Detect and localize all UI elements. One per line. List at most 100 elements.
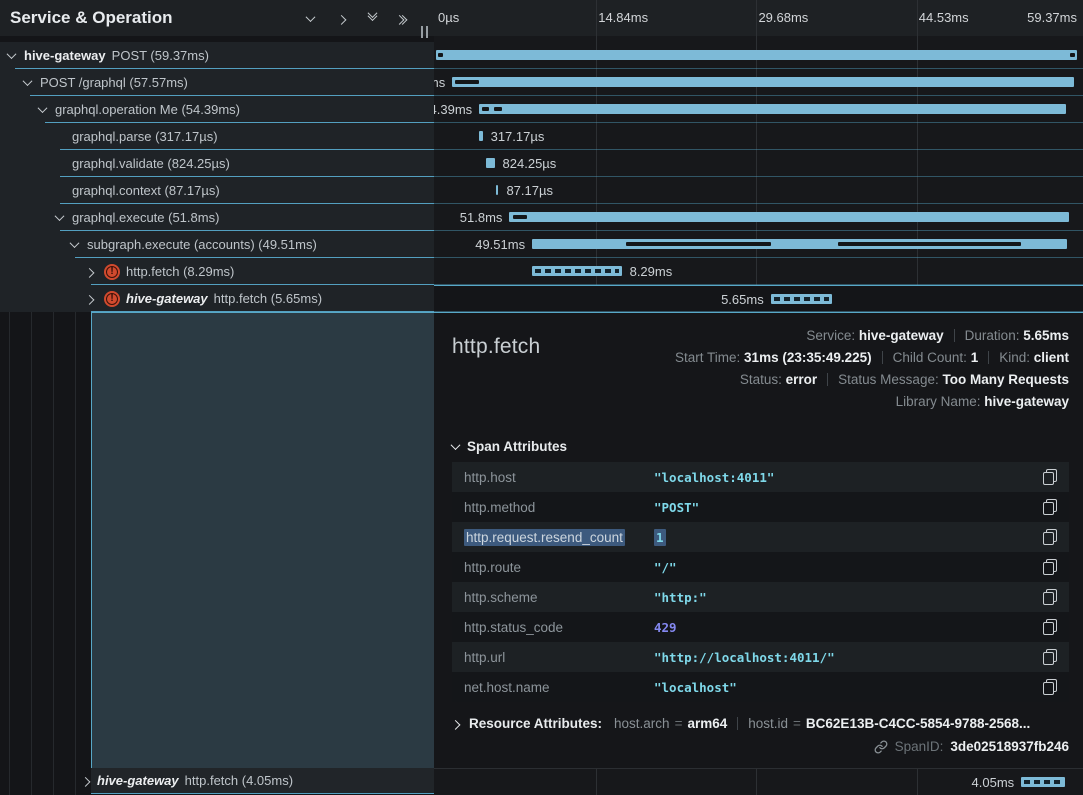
tree-header-icons bbox=[307, 15, 420, 22]
tree-row[interactable]: http.fetch (8.29ms) bbox=[0, 258, 434, 285]
attribute-key: http.scheme bbox=[464, 590, 654, 605]
copy-icon[interactable] bbox=[1043, 649, 1057, 665]
chevron-right-icon[interactable] bbox=[85, 295, 95, 305]
span-duration-bar[interactable] bbox=[771, 294, 832, 304]
service-name: hive-gateway bbox=[97, 773, 179, 788]
span-bar-row[interactable]: 57.57ms bbox=[434, 69, 1083, 96]
tree-row[interactable]: graphql.execute (51.8ms) bbox=[0, 204, 434, 231]
tree-row[interactable]: graphql.context (87.17µs) bbox=[0, 177, 434, 204]
chevron-down-icon[interactable] bbox=[23, 76, 33, 86]
span-duration-label: 49.51ms bbox=[475, 231, 525, 258]
chevron-down-icon[interactable] bbox=[38, 103, 48, 113]
span-attributes-header[interactable]: Span Attributes bbox=[452, 439, 1069, 454]
copy-icon[interactable] bbox=[1043, 559, 1057, 575]
row-toggle[interactable] bbox=[68, 241, 81, 248]
service-operation-pane: Service & Operation hive-gatewayPOST (59… bbox=[0, 0, 434, 795]
row-toggle[interactable] bbox=[83, 295, 96, 302]
expand-all-icon[interactable] bbox=[400, 15, 406, 22]
span-bar-row[interactable]: 4.05ms bbox=[434, 769, 1083, 795]
copy-icon[interactable] bbox=[1043, 529, 1057, 545]
service-name: hive-gateway bbox=[126, 291, 208, 306]
tree-row[interactable]: hive-gatewayhttp.fetch (4.05ms) bbox=[91, 768, 434, 794]
span-duration-label: 57.57ms bbox=[434, 69, 445, 96]
resource-attributes-row[interactable]: Resource Attributes: host.arch=arm64host… bbox=[452, 716, 1069, 731]
span-bar-row[interactable]: 54.39ms bbox=[434, 96, 1083, 123]
attribute-key: http.status_code bbox=[464, 620, 654, 635]
tree-row[interactable]: graphql.operation Me (54.39ms) bbox=[0, 96, 434, 123]
attribute-value: "localhost" bbox=[654, 680, 737, 695]
meta-value: hive-gateway bbox=[859, 328, 944, 343]
attribute-value: "http:" bbox=[654, 590, 707, 605]
collapse-one-icon[interactable] bbox=[306, 12, 316, 22]
span-meta-line: Status: errorStatus Message: Too Many Re… bbox=[675, 369, 1069, 391]
attribute-row: http.route"/" bbox=[452, 552, 1069, 582]
row-toggle[interactable] bbox=[83, 268, 96, 275]
span-detail-panel: http.fetch Service: hive-gatewayDuration… bbox=[434, 312, 1083, 768]
collapse-all-icon[interactable] bbox=[369, 15, 376, 21]
span-duration-bar[interactable] bbox=[532, 266, 622, 276]
meta-separator bbox=[737, 717, 738, 730]
span-bar-row[interactable]: 824.25µs bbox=[434, 150, 1083, 177]
copy-icon[interactable] bbox=[1043, 679, 1057, 695]
span-duration-bar[interactable] bbox=[452, 77, 1074, 87]
attribute-row: http.url"http://localhost:4011/" bbox=[452, 642, 1069, 672]
chevron-right-icon[interactable] bbox=[81, 777, 91, 787]
tree-row[interactable]: graphql.parse (317.17µs) bbox=[0, 123, 434, 150]
tree-row[interactable]: graphql.validate (824.25µs) bbox=[0, 150, 434, 177]
link-icon[interactable] bbox=[874, 740, 888, 754]
row-toggle[interactable] bbox=[53, 214, 66, 221]
chevron-right-icon[interactable] bbox=[85, 268, 95, 278]
span-duration-label: 87.17µs bbox=[506, 177, 553, 204]
span-duration-bar[interactable] bbox=[479, 104, 1066, 114]
span-duration-bar[interactable] bbox=[436, 50, 1077, 60]
resource-key: host.arch bbox=[614, 716, 670, 731]
span-attributes-table: http.host"localhost:4011"http.method"POS… bbox=[452, 462, 1069, 702]
chevron-down-icon[interactable] bbox=[55, 211, 65, 221]
copy-icon[interactable] bbox=[1043, 589, 1057, 605]
span-duration-bar[interactable] bbox=[486, 158, 495, 168]
meta-value: error bbox=[786, 372, 818, 387]
chevron-right-icon bbox=[452, 720, 460, 730]
tree-row[interactable]: hive-gatewayPOST (59.37ms) bbox=[0, 42, 434, 69]
expand-one-icon[interactable] bbox=[337, 14, 347, 24]
span-meta-line: Library Name: hive-gateway bbox=[675, 391, 1069, 413]
copy-icon[interactable] bbox=[1043, 499, 1057, 515]
span-duration-bar[interactable] bbox=[1021, 777, 1065, 787]
meta-label: Status: bbox=[740, 372, 786, 387]
selected-span-expanded-area[interactable] bbox=[91, 312, 434, 768]
span-id-value: 3de02518937fb246 bbox=[950, 739, 1069, 754]
tree-row[interactable]: subgraph.execute (accounts) (49.51ms) bbox=[0, 231, 434, 258]
meta-label: Service: bbox=[806, 328, 859, 343]
attribute-key: net.host.name bbox=[464, 680, 654, 695]
pane-resize-handle[interactable] bbox=[421, 26, 428, 38]
attribute-value: "localhost:4011" bbox=[654, 470, 774, 485]
axis-tick-label: 29.68ms bbox=[758, 0, 808, 36]
span-bar-row[interactable]: 5.65ms bbox=[434, 285, 1083, 312]
span-bar-row[interactable]: 51.8ms bbox=[434, 204, 1083, 231]
span-bar-row[interactable]: 87.17µs bbox=[434, 177, 1083, 204]
row-toggle[interactable] bbox=[36, 106, 49, 113]
attribute-value: 429 bbox=[654, 620, 677, 635]
span-bar-row[interactable]: 49.51ms bbox=[434, 231, 1083, 258]
copy-icon[interactable] bbox=[1043, 469, 1057, 485]
row-toggle[interactable] bbox=[5, 52, 18, 59]
meta-separator bbox=[882, 351, 883, 364]
span-duration-bar[interactable] bbox=[479, 131, 482, 141]
child-span-segment bbox=[494, 107, 502, 111]
span-duration-bar[interactable] bbox=[509, 212, 1068, 222]
copy-icon[interactable] bbox=[1043, 619, 1057, 635]
tree-row[interactable]: POST /graphql (57.57ms) bbox=[0, 69, 434, 96]
span-duration-label: 4.05ms bbox=[972, 769, 1015, 795]
chevron-down-icon[interactable] bbox=[70, 238, 80, 248]
row-toggle[interactable] bbox=[79, 777, 92, 784]
attribute-row: http.host"localhost:4011" bbox=[452, 462, 1069, 492]
chevron-down-icon[interactable] bbox=[7, 49, 17, 59]
span-bar-row[interactable]: 59.37ms bbox=[434, 42, 1083, 69]
row-toggle[interactable] bbox=[21, 79, 34, 86]
tree-row[interactable]: hive-gatewayhttp.fetch (5.65ms) bbox=[0, 285, 434, 312]
span-bar-row[interactable]: 317.17µs bbox=[434, 123, 1083, 150]
span-duration-bar[interactable] bbox=[496, 185, 498, 195]
child-span-segment bbox=[513, 215, 527, 219]
span-bar-row[interactable]: 8.29ms bbox=[434, 258, 1083, 285]
span-title: http.fetch bbox=[452, 335, 540, 359]
